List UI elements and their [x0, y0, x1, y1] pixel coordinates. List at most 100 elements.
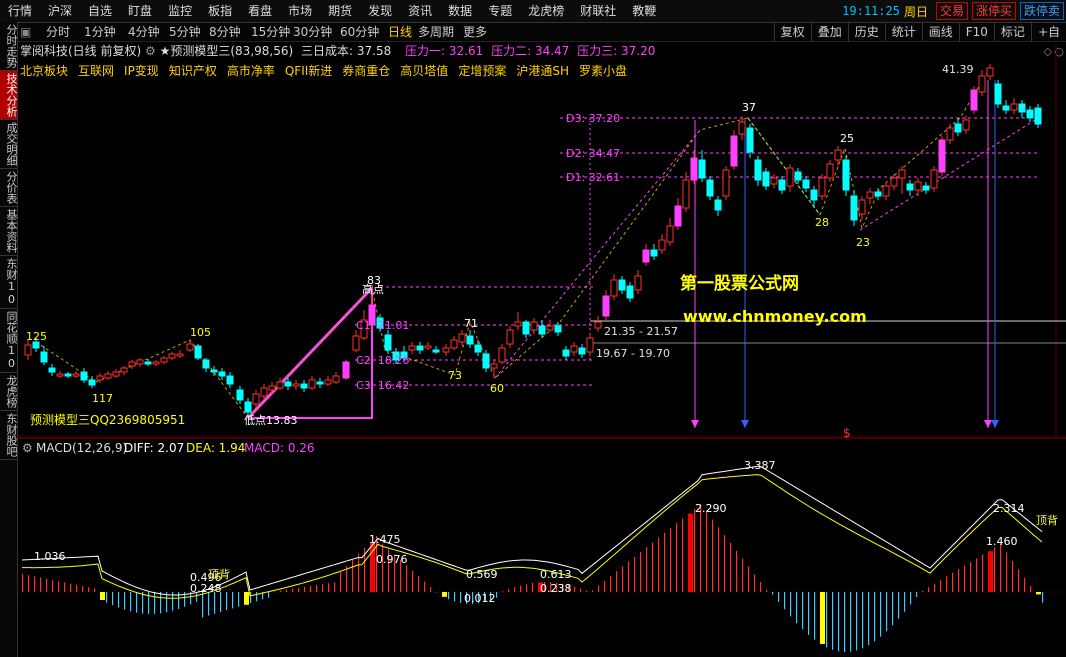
candle-body	[970, 89, 978, 111]
candle-body	[498, 347, 506, 363]
candle-body	[218, 371, 226, 377]
macd-bar	[772, 592, 774, 595]
macd-lbl-g: 0.613	[540, 568, 572, 581]
macd-bar	[130, 592, 132, 612]
candle-body	[530, 321, 538, 331]
macd-bar	[658, 537, 660, 592]
macd-bar	[574, 586, 576, 592]
macd-bar	[1036, 592, 1041, 595]
candle-body	[168, 353, 176, 359]
candle-body	[522, 321, 530, 335]
macd-bar	[694, 508, 696, 592]
macd-bar	[910, 592, 912, 605]
macd-lbl-bei2: 顶背	[1036, 513, 1058, 527]
candle-body	[634, 275, 642, 291]
macd-bar	[70, 583, 72, 592]
c2-label: C2: 18.26	[356, 354, 409, 367]
macd-bar	[76, 584, 78, 592]
macd-bar	[802, 592, 804, 630]
candle-body	[490, 363, 498, 369]
macd-bar	[904, 592, 906, 612]
macd-bar	[808, 592, 810, 635]
candle-body	[650, 249, 658, 257]
candle-body	[562, 349, 570, 357]
candle-body	[610, 279, 618, 297]
candle-body	[292, 383, 300, 387]
macd-bar	[682, 518, 684, 592]
macd-bar	[418, 576, 420, 592]
candle-body	[810, 189, 818, 201]
macd-bar	[64, 582, 66, 592]
macd-bar	[826, 592, 828, 648]
candle-body	[826, 163, 834, 179]
macd-bar	[28, 575, 30, 592]
macd-name[interactable]: MACD(12,26,9)	[36, 441, 127, 455]
candle-body	[474, 344, 482, 353]
candle-body	[762, 171, 770, 187]
zz-60: 60	[490, 382, 504, 395]
candle-body	[384, 334, 392, 351]
candle-body	[554, 325, 562, 333]
candle-body	[738, 121, 746, 135]
candle-body	[546, 325, 554, 331]
candle-body	[112, 371, 120, 377]
macd-bar	[592, 590, 594, 592]
macd-bar	[100, 592, 105, 600]
macd-bar	[460, 592, 462, 603]
candle-body	[144, 361, 152, 365]
candle-body	[874, 191, 882, 197]
macd-bar	[256, 592, 258, 602]
zz-37: 37	[742, 101, 756, 114]
macd-bar	[940, 580, 942, 592]
macd-bar	[118, 592, 120, 608]
macd-bar	[964, 565, 966, 592]
candle-body	[408, 345, 416, 351]
macd-bar	[616, 571, 618, 592]
candle-body	[466, 335, 474, 345]
macd-bar	[736, 550, 738, 592]
zz-117: 117	[92, 392, 113, 405]
macd-bar	[748, 566, 750, 592]
candle-body	[176, 353, 184, 357]
c1-label: C1: 21.01	[356, 319, 409, 332]
macd-lbl-bei1: 顶背	[208, 567, 230, 581]
macd-lbl-c: 1.475	[369, 533, 401, 546]
macd-bar	[790, 592, 792, 617]
candle-body	[922, 185, 930, 191]
macd-bar	[718, 527, 720, 592]
candle-body	[690, 157, 698, 181]
candle-body	[946, 127, 954, 141]
kline-chart[interactable]: D3: 37.20 D2: 34.47 D1: 32.61 C1: 21.01 …	[0, 0, 1066, 657]
macd-settings-icon[interactable]: ⚙	[22, 441, 33, 455]
candle-body	[794, 171, 802, 181]
macd-value: MACD: 0.26	[244, 441, 315, 455]
candle-body	[538, 325, 546, 335]
macd-lbl-b2: 0.248	[190, 582, 222, 595]
macd-bar	[250, 592, 252, 603]
candle-body	[120, 367, 128, 373]
macd-bar	[700, 504, 702, 592]
candle-body	[682, 179, 690, 209]
zz-23: 23	[856, 236, 870, 249]
model-label: 预测模型三QQ2369805951	[30, 413, 185, 427]
macd-bar	[496, 592, 498, 598]
candle-body	[858, 199, 866, 215]
candle-body	[96, 375, 104, 381]
candle-body	[56, 373, 64, 377]
macd-bar	[106, 592, 108, 603]
macd-bar	[1018, 569, 1020, 592]
candle-body	[72, 373, 80, 377]
macd-bar	[934, 583, 936, 592]
macd-bar	[784, 592, 786, 610]
macd-bar	[412, 570, 414, 592]
candle-body	[930, 169, 938, 189]
candle-body	[586, 337, 594, 353]
d1-label: D1: 32.61	[566, 171, 620, 184]
didian-label: 低点13.83	[244, 414, 298, 427]
macd-lbl-j: 3.387	[744, 459, 776, 472]
candle-body	[424, 345, 432, 349]
candle-body	[48, 367, 56, 373]
macd-bar	[40, 577, 42, 592]
candle-body	[88, 379, 96, 386]
candle-body	[818, 177, 826, 197]
